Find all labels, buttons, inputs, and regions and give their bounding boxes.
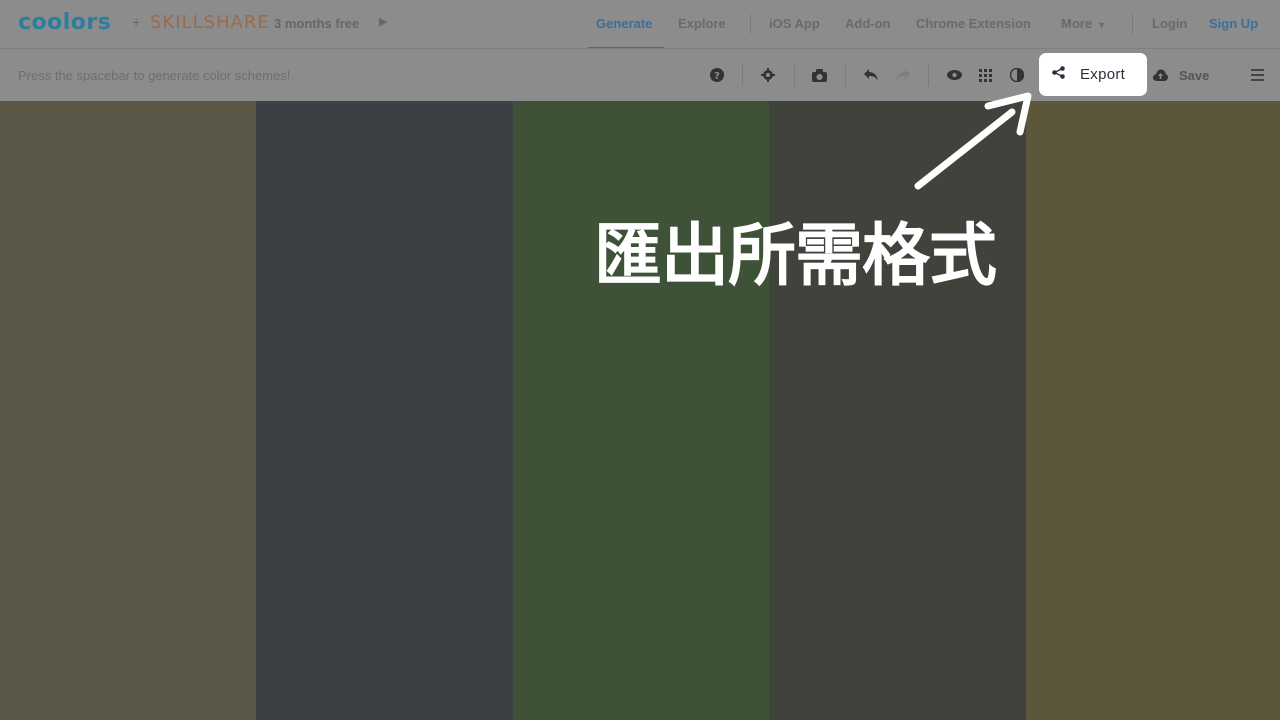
color-swatch[interactable] [0, 101, 256, 720]
view-icon[interactable] [946, 67, 962, 83]
promo-link[interactable]: 3 months free [274, 16, 359, 31]
color-swatch[interactable] [256, 101, 513, 720]
toolbar-divider [845, 64, 846, 86]
toolbar-divider [742, 64, 743, 86]
top-navigation: coolors + SKILLSHARE 3 months free ▶ Gen… [0, 0, 1280, 49]
redo-icon[interactable] [895, 67, 911, 83]
skillshare-logo[interactable]: SKILLSHARE [150, 12, 270, 33]
nav-explore[interactable]: Explore [678, 16, 726, 31]
help-icon[interactable]: ? [709, 67, 725, 83]
contrast-icon[interactable] [1009, 67, 1025, 83]
share-icon [1052, 65, 1065, 84]
toolbar-divider [794, 64, 795, 86]
nav-generate[interactable]: Generate [596, 16, 652, 31]
nav-more[interactable]: More ▼ [1061, 16, 1106, 31]
logo-plus-sign: + [132, 14, 141, 30]
svg-text:?: ? [714, 71, 720, 82]
nav-chrome-extension[interactable]: Chrome Extension [916, 16, 1031, 31]
settings-icon[interactable] [760, 67, 776, 83]
save-button[interactable]: Save [1179, 68, 1209, 83]
toolbar-hint: Press the spacebar to generate color sch… [18, 68, 291, 83]
nav-more-label: More [1061, 16, 1093, 31]
toolbar-divider [928, 64, 929, 86]
cloud-icon[interactable] [1152, 67, 1168, 83]
annotation-arrow-icon [914, 92, 1032, 190]
undo-icon[interactable] [863, 67, 879, 83]
export-button[interactable]: Export [1039, 53, 1147, 96]
nav-divider [750, 14, 751, 34]
nav-sign-up[interactable]: Sign Up [1209, 16, 1258, 31]
camera-icon[interactable] [811, 67, 827, 83]
chevron-down-icon: ▼ [1097, 20, 1106, 30]
grid-icon[interactable] [977, 67, 993, 83]
coolors-logo[interactable]: coolors [18, 10, 111, 35]
nav-divider [1132, 14, 1133, 34]
color-palette [0, 101, 1280, 720]
export-label: Export [1080, 66, 1126, 83]
color-swatch[interactable] [513, 101, 769, 720]
nav-add-on[interactable]: Add-on [845, 16, 890, 31]
promo-arrow-icon: ▶ [379, 16, 388, 28]
menu-icon[interactable] [1249, 67, 1265, 83]
color-swatch[interactable] [1026, 101, 1280, 720]
nav-login[interactable]: Login [1152, 16, 1187, 31]
callout-text: 匯出所需格式 [594, 217, 997, 296]
nav-ios-app[interactable]: iOS App [769, 16, 820, 31]
